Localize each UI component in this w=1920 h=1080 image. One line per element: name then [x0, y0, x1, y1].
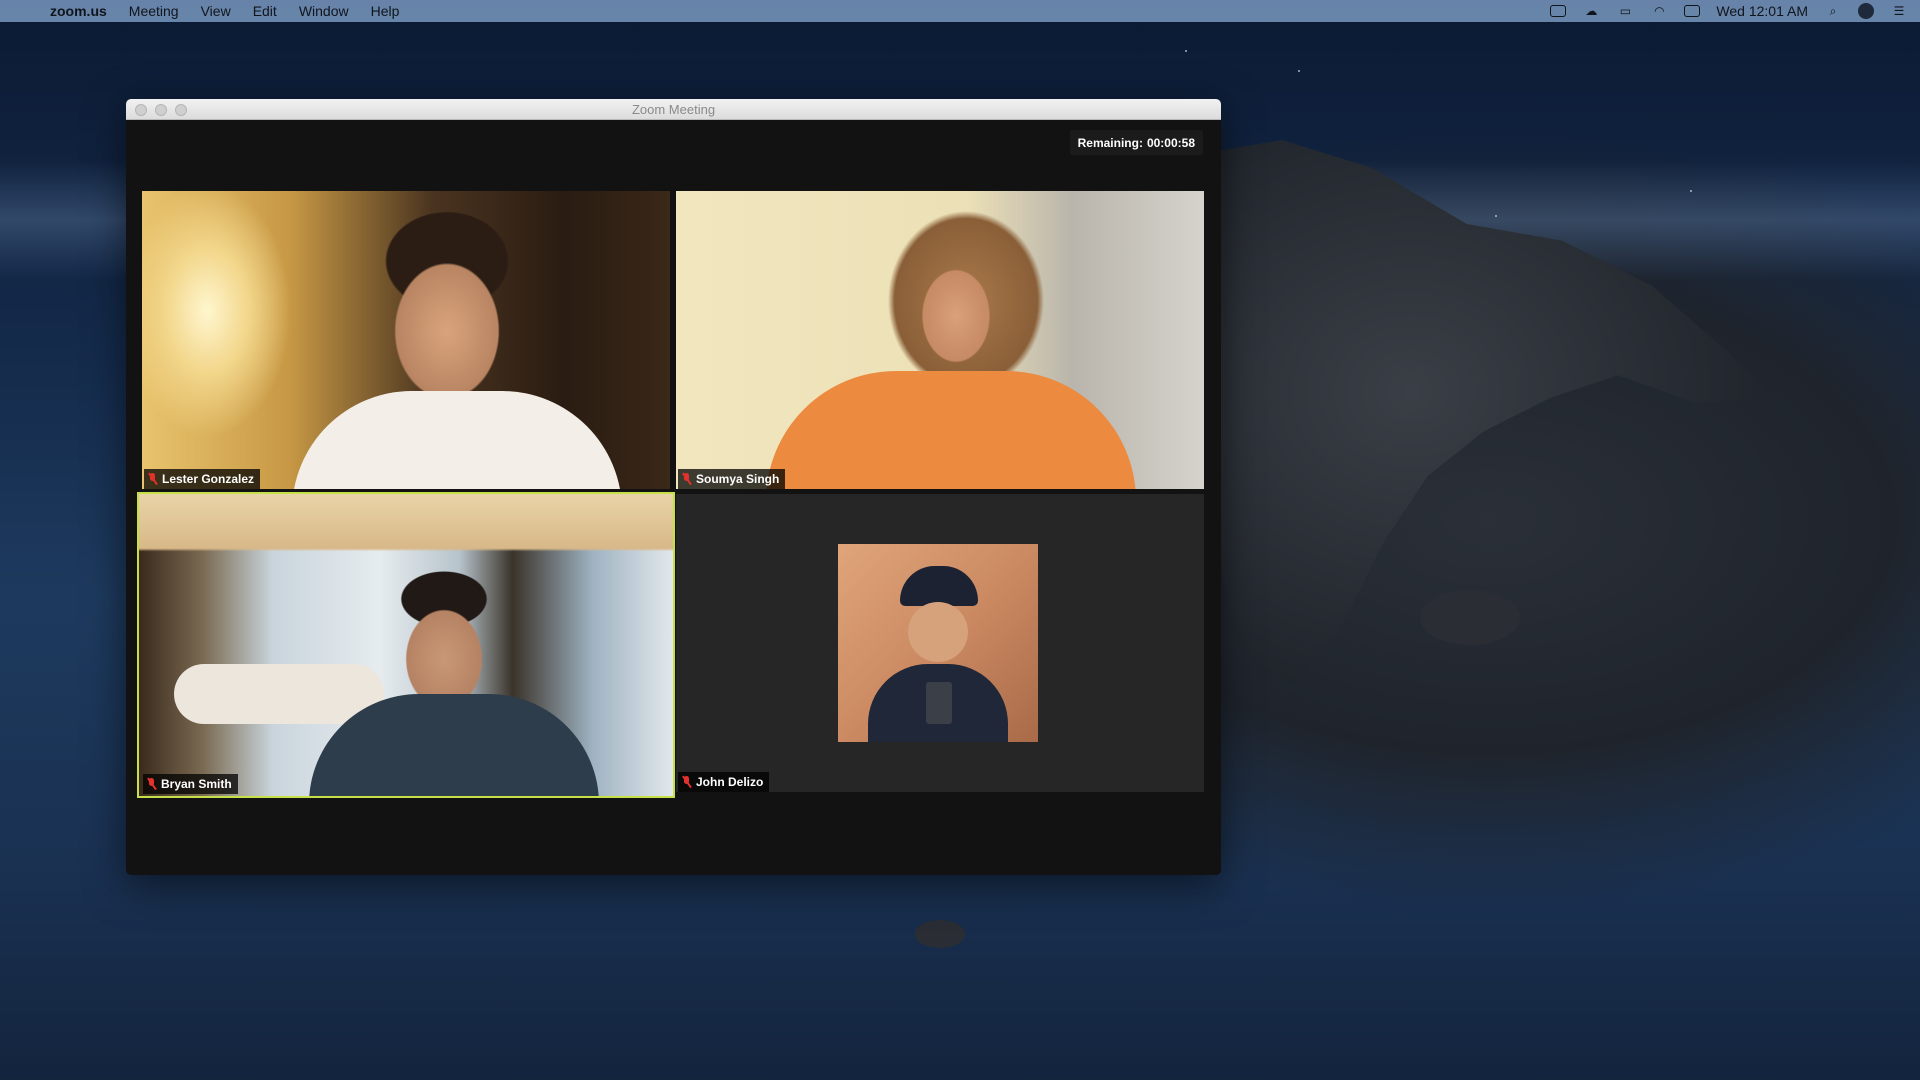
- menu-clock[interactable]: Wed 12:01 AM: [1716, 3, 1808, 19]
- remaining-label: Remaining:: [1077, 135, 1143, 150]
- status-bar: ☁ ▭ ◠ Wed 12:01 AM ⌕ ☰: [1550, 3, 1908, 19]
- close-window-button[interactable]: [135, 104, 147, 116]
- menu-app-name[interactable]: zoom.us: [50, 3, 107, 19]
- remaining-time: 00:00:58: [1146, 135, 1195, 150]
- creative-cloud-icon[interactable]: ☁: [1582, 4, 1600, 18]
- mic-muted-icon: [148, 473, 157, 485]
- window-title: Zoom Meeting: [631, 101, 716, 117]
- wallpaper-star: [1298, 70, 1300, 72]
- participant-video-feed: [139, 494, 673, 796]
- participant-profile-photo: [838, 544, 1038, 742]
- participant-video-tile[interactable]: John Delizo: [676, 494, 1204, 792]
- wallpaper-star: [1690, 190, 1692, 192]
- menu-edit[interactable]: Edit: [253, 3, 277, 19]
- zoom-meeting-window: Zoom Meeting Remaining: 00:00:58 Lester …: [126, 99, 1221, 875]
- mic-muted-icon: [682, 473, 691, 485]
- participant-figure: [926, 682, 952, 724]
- participant-video-tile[interactable]: Lester Gonzalez: [142, 191, 670, 489]
- participant-video-tile[interactable]: Bryan Smith: [137, 492, 675, 798]
- window-titlebar[interactable]: Zoom Meeting: [126, 99, 1221, 120]
- wifi-icon[interactable]: ◠: [1650, 4, 1668, 18]
- spotlight-search-icon[interactable]: ⌕: [1824, 4, 1842, 18]
- mic-muted-icon: [147, 778, 156, 790]
- airplay-icon[interactable]: ▭: [1616, 4, 1634, 18]
- remaining-time-badge: Remaining: 00:00:58: [1069, 130, 1203, 155]
- participant-figure: [908, 602, 968, 662]
- participant-video-feed: [676, 191, 1204, 489]
- participant-name: Lester Gonzalez: [162, 472, 255, 486]
- participant-name-tag: Bryan Smith: [143, 774, 238, 794]
- participant-video-tile[interactable]: Soumya Singh: [676, 191, 1204, 489]
- participant-name-tag: Soumya Singh: [678, 469, 786, 489]
- siri-icon[interactable]: [1858, 3, 1874, 19]
- participant-name: Soumya Singh: [696, 472, 780, 486]
- menu-view[interactable]: View: [201, 3, 231, 19]
- minimize-window-button[interactable]: [155, 104, 167, 116]
- participant-name-tag: John Delizo: [678, 772, 770, 792]
- zoom-window-button[interactable]: [175, 104, 187, 116]
- mic-muted-icon: [682, 776, 691, 788]
- participant-name-tag: Lester Gonzalez: [144, 469, 261, 489]
- menu-meeting[interactable]: Meeting: [129, 3, 179, 19]
- window-controls: [135, 104, 187, 116]
- wallpaper-star: [1185, 50, 1187, 52]
- wallpaper-star: [1495, 215, 1497, 217]
- participant-video-feed: [142, 191, 670, 489]
- battery-icon[interactable]: [1684, 5, 1701, 17]
- notification-center-icon[interactable]: ☰: [1890, 4, 1908, 18]
- participant-figure: [900, 566, 978, 606]
- wallpaper-rock: [1420, 590, 1520, 645]
- participant-name: John Delizo: [696, 775, 764, 789]
- menu-help[interactable]: Help: [371, 3, 400, 19]
- menu-bar: zoom.us Meeting View Edit Window Help ☁ …: [0, 0, 1920, 22]
- zoom-status-icon[interactable]: [1550, 5, 1567, 17]
- participant-name: Bryan Smith: [161, 777, 232, 791]
- wallpaper-rock: [915, 920, 965, 948]
- menu-window[interactable]: Window: [299, 3, 349, 19]
